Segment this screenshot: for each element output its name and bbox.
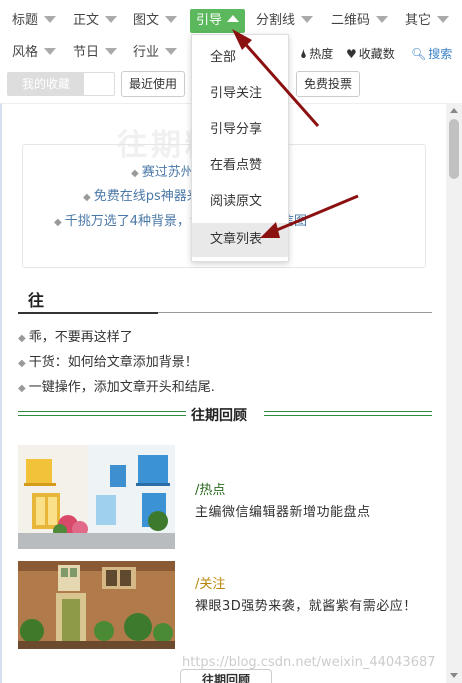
recent-tab[interactable]: 最近使用 (121, 71, 186, 97)
chevron-down-icon (105, 16, 118, 23)
guide-dropdown-menu: 全部 引导关注 引导分享 在看点赞 阅读原文 文章列表 (191, 34, 289, 262)
article-title[interactable]: 主编微信编辑器新增功能盘点 (195, 501, 435, 525)
chevron-down-icon (437, 16, 450, 23)
diamond-icon: ◆ (83, 192, 91, 203)
divider-title: 往期回顾 (188, 405, 250, 425)
my-fav-label: 我的收藏 (8, 73, 84, 95)
chevron-down-icon (44, 48, 57, 55)
dropdown-item-follow[interactable]: 引导关注 (192, 77, 288, 111)
free-vote-tab[interactable]: 免费投票 (296, 71, 361, 97)
diamond-icon: ◆ (18, 383, 26, 394)
sort-fav[interactable]: ♥ 收藏数 (346, 45, 395, 62)
next-section-heading[interactable]: 往期回顾 (180, 669, 272, 683)
search-icon: 🔍︎ (411, 47, 427, 61)
dropdown-item-share[interactable]: 引导分享 (192, 113, 288, 147)
scroll-down-icon[interactable] (450, 673, 458, 678)
category-image-text[interactable]: 图文 (133, 9, 178, 33)
category-qrcode[interactable]: 二维码 (331, 9, 389, 33)
double-line-right (264, 411, 432, 416)
article-tag: /关注 (195, 577, 226, 592)
chevron-down-icon (376, 16, 389, 23)
category-title[interactable]: 标题 (12, 9, 57, 33)
section-heading-text: 往 (28, 291, 45, 310)
dropdown-item-read-original[interactable]: 阅读原文 (192, 185, 288, 219)
diamond-icon: ◆ (18, 358, 26, 369)
dropdown-item-all[interactable]: 全部 (192, 41, 288, 75)
scroll-thumb[interactable] (449, 119, 459, 179)
chevron-down-icon (301, 16, 314, 23)
section-heading[interactable]: 往 (18, 285, 432, 314)
diamond-icon: ◆ (54, 217, 62, 228)
category-style[interactable]: 风格 (12, 41, 57, 65)
category-other[interactable]: 其它 (405, 9, 450, 33)
category-festival[interactable]: 节日 (73, 41, 118, 65)
street-photo (18, 445, 175, 549)
category-divider[interactable]: 分割线 (256, 9, 314, 33)
house-photo (18, 561, 175, 649)
category-industry[interactable]: 行业 (133, 41, 178, 65)
chevron-down-icon (105, 48, 118, 55)
list-item[interactable]: ◆ 乖，不要再这样了 (18, 326, 133, 345)
diamond-icon: ◆ (18, 333, 26, 344)
category-bar-row1: 标题 正文 图文 引导 分割线 二维码 其它 (0, 5, 462, 37)
dropdown-item-article-list[interactable]: 文章列表 (192, 223, 288, 257)
article-thumbnail[interactable] (18, 561, 175, 649)
sort-hot[interactable]: 🌢 热度 (300, 45, 333, 62)
article-thumbnail[interactable] (18, 445, 175, 549)
category-body[interactable]: 正文 (73, 9, 118, 33)
scroll-up-icon[interactable] (450, 108, 458, 113)
dropdown-item-like[interactable]: 在看点赞 (192, 149, 288, 183)
heading-underline (18, 312, 158, 314)
list-item[interactable]: ◆ 一键操作，添加文章开头和结尾. (18, 376, 215, 395)
list-item[interactable]: ◆ 干货：如何给文章添加背景！ (18, 351, 198, 370)
chevron-down-icon (165, 48, 178, 55)
heart-icon: ♥ (346, 47, 357, 61)
fire-icon: 🌢 (300, 47, 308, 61)
search-button[interactable]: 🔍︎ 搜索 (411, 45, 452, 62)
review-divider[interactable]: 往期回顾 (18, 405, 432, 425)
category-guide[interactable]: 引导 (190, 9, 246, 33)
my-fav-toggle[interactable]: 我的收藏 (7, 72, 115, 96)
watermark: https://blog.csdn.net/weixin_44043687 (182, 655, 436, 670)
chevron-up-icon (227, 15, 240, 22)
double-line-left (18, 411, 186, 416)
article-tag: /热点 (195, 483, 226, 498)
chevron-down-icon (165, 16, 178, 23)
chevron-down-icon (44, 16, 57, 23)
diamond-icon: ◆ (131, 168, 139, 179)
article-title[interactable]: 裸眼3D强势来袭，就酱紫有需必应！ (195, 595, 435, 619)
scrollbar[interactable] (446, 103, 462, 683)
